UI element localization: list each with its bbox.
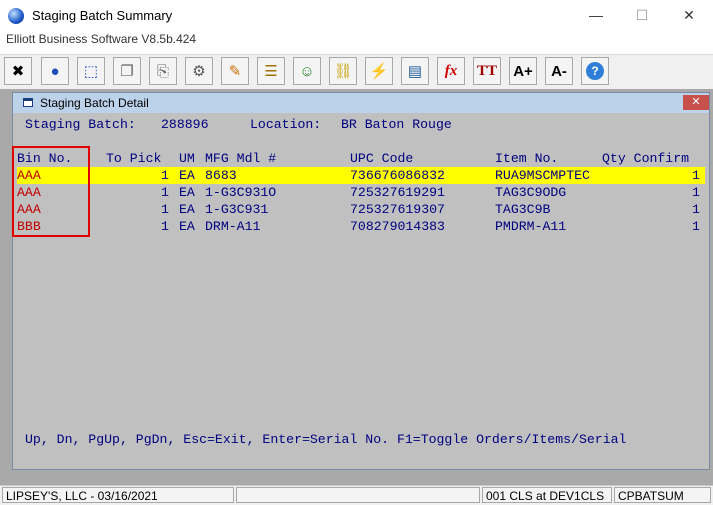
location-label: Location:: [250, 117, 322, 132]
status-program: CPBATSUM: [614, 487, 711, 503]
toolbar-font-increase-button[interactable]: A+: [509, 57, 537, 85]
mdi-workspace: Staging Batch Detail ✕ Staging Batch: 28…: [0, 89, 713, 486]
cell-mfg: 8683: [205, 168, 237, 183]
window-title: Staging Batch Summary: [32, 8, 173, 23]
toolbar-notes-button[interactable]: ☰: [257, 57, 285, 85]
function-icon: fx: [444, 62, 458, 79]
copy-icon: ❐: [120, 63, 134, 80]
cell-upc: 725327619291: [350, 185, 445, 200]
cell-um: EA: [179, 219, 195, 234]
toolbar-macro-button[interactable]: ⚡: [365, 57, 393, 85]
status-session: 001 CLS at DEV1CLS: [482, 487, 612, 503]
cell-to-pick: 1: [161, 168, 169, 183]
cell-um: EA: [179, 185, 195, 200]
toolbar-copy-button[interactable]: ❐: [113, 57, 141, 85]
toolbar-font-decrease-button[interactable]: A-: [545, 57, 573, 85]
cell-item: RUA9MSCMPTEC: [495, 168, 590, 183]
minimize-button[interactable]: —: [573, 0, 619, 31]
key-help-line: Up, Dn, PgUp, PgDn, Esc=Exit, Enter=Seri…: [25, 432, 627, 447]
col-upc-header: UPC Code: [350, 151, 414, 166]
cell-qty: 1: [692, 219, 700, 234]
staging-batch-label: Staging Batch:: [25, 117, 136, 132]
toolbar-settings-button[interactable]: ⚙: [185, 57, 213, 85]
bin-column-highlight-box: [12, 146, 90, 237]
lightning-icon: ⚡: [369, 63, 389, 80]
staging-batch-value: 288896: [161, 117, 209, 132]
cell-mfg: 1-G3C931O: [205, 185, 277, 200]
globe-icon: ●: [50, 62, 60, 80]
select-icon: ⬚: [83, 63, 99, 80]
text-size-icon: TT: [476, 62, 497, 79]
location-value: BR Baton Rouge: [341, 117, 452, 132]
cell-qty: 1: [692, 168, 700, 183]
toolbar-edit-button[interactable]: ✎: [221, 57, 249, 85]
cell-to-pick: 1: [161, 202, 169, 217]
link-icon: ⛓: [333, 63, 353, 80]
app-globe-icon: [8, 8, 24, 24]
col-mfg-header: MFG Mdl #: [205, 151, 277, 166]
window-icon: [23, 98, 33, 107]
cell-mfg: DRM-A11: [205, 219, 261, 234]
status-empty-panel: [236, 487, 480, 503]
col-item-header: Item No.: [495, 151, 559, 166]
table-row[interactable]: AAA 1 EA 1-G3C931O 725327619291 TAG3C9OD…: [17, 184, 705, 201]
toolbar-paste-button[interactable]: ⎘: [149, 57, 177, 85]
font-increase-icon: A+: [513, 62, 533, 80]
cell-um: EA: [179, 168, 195, 183]
maximize-button[interactable]: ☐: [619, 0, 665, 31]
toolbar-users-button[interactable]: ☺: [293, 57, 321, 85]
cell-mfg: 1-G3C931: [205, 202, 269, 217]
pencil-icon: ✎: [228, 63, 242, 80]
table-row[interactable]: BBB 1 EA DRM-A11 708279014383 PMDRM-A11 …: [17, 218, 705, 235]
font-decrease-icon: A-: [551, 62, 567, 80]
toolbar-close-x-button[interactable]: ✖: [4, 57, 32, 85]
cell-to-pick: 1: [161, 185, 169, 200]
cell-qty: 1: [692, 202, 700, 217]
table-row[interactable]: AAA 1 EA 1-G3C931 725327619307 TAG3C9B 1: [17, 201, 705, 218]
cell-item: PMDRM-A11: [495, 219, 567, 234]
toolbar: ✖ ● ⬚ ❐ ⎘ ⚙ ✎ ☰ ☺ ⛓ ⚡ ▤ fx TT A+ A- ?: [0, 54, 713, 90]
toolbar-function-button[interactable]: fx: [437, 57, 465, 85]
users-icon: ☺: [299, 62, 315, 80]
col-to-pick-header: To Pick: [106, 151, 162, 166]
cell-to-pick: 1: [161, 219, 169, 234]
close-x-icon: ✖: [11, 63, 25, 80]
toolbar-help-button[interactable]: ?: [581, 57, 609, 85]
toolbar-window-button[interactable]: ▤: [401, 57, 429, 85]
staging-batch-detail-window: Staging Batch Detail ✕ Staging Batch: 28…: [12, 92, 710, 470]
cell-um: EA: [179, 202, 195, 217]
toolbar-text-size-button[interactable]: TT: [473, 57, 501, 85]
terminal-screen: Staging Batch: 288896 Location: BR Baton…: [17, 116, 705, 468]
toolbar-link-button[interactable]: ⛓: [329, 57, 357, 85]
notepad-icon: ☰: [264, 63, 278, 80]
cell-qty: 1: [692, 185, 700, 200]
status-bar: LIPSEY'S, LLC - 03/16/2021 001 CLS at DE…: [0, 485, 713, 505]
window-icon: ▤: [407, 63, 423, 80]
detail-title-bar: Staging Batch Detail ✕: [13, 93, 709, 113]
col-um-header: UM: [179, 151, 195, 166]
app-version-label: Elliott Business Software V8.5b.424: [6, 32, 197, 46]
col-qty-header: Qty Confirm: [602, 151, 690, 166]
cell-item: TAG3C9B: [495, 202, 551, 217]
batch-header: Staging Batch: 288896 Location: BR Baton…: [17, 116, 705, 133]
toolbar-globe-button[interactable]: ●: [41, 57, 69, 85]
table-row[interactable]: AAA 1 EA 8683 736676086832 RUA9MSCMPTEC …: [17, 167, 705, 184]
status-company: LIPSEY'S, LLC - 03/16/2021: [2, 487, 234, 503]
paste-icon: ⎘: [156, 62, 169, 80]
cell-upc: 736676086832: [350, 168, 445, 183]
cell-upc: 725327619307: [350, 202, 445, 217]
help-icon: ?: [586, 62, 604, 80]
toolbar-select-button[interactable]: ⬚: [77, 57, 105, 85]
cell-item: TAG3C9ODG: [495, 185, 567, 200]
title-bar: Staging Batch Summary — ☐ ✕: [0, 0, 713, 31]
close-button[interactable]: ✕: [666, 0, 712, 31]
gear-icon: ⚙: [192, 63, 206, 80]
column-header-row: Bin No. To Pick UM MFG Mdl # UPC Code It…: [17, 150, 705, 167]
detail-title: Staging Batch Detail: [40, 96, 149, 110]
detail-close-button[interactable]: ✕: [683, 95, 709, 110]
cell-upc: 708279014383: [350, 219, 445, 234]
